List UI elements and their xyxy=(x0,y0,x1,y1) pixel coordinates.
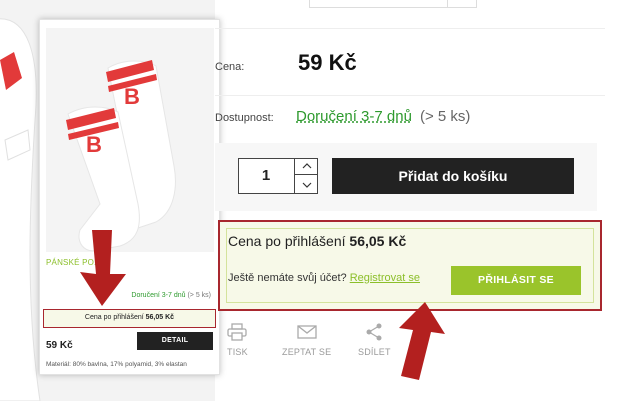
quantity-buttons xyxy=(294,158,318,194)
print-action[interactable]: TISK xyxy=(227,323,248,357)
card-login-price-value: 56,05 Kč xyxy=(145,314,175,321)
printer-icon xyxy=(227,323,248,341)
ask-label: ZEPTAT SE xyxy=(282,347,332,357)
account-question: Ještě nemáte svůj účet? Registrovat se xyxy=(228,272,420,284)
card-delivery-text: Doručení 3-7 dnů xyxy=(131,292,186,299)
card-delivery: Doručení 3-7 dnů (> 5 ks) xyxy=(131,292,211,299)
card-delivery-extra: (> 5 ks) xyxy=(187,292,211,299)
price-label: Cena: xyxy=(215,61,245,73)
chevron-down-icon[interactable] xyxy=(295,176,318,193)
svg-text:B: B xyxy=(124,84,140,109)
card-price: 59 Kč xyxy=(46,340,73,351)
share-action[interactable]: SDÍLET xyxy=(358,323,391,357)
login-price-label: Cena po přihlášení xyxy=(228,233,346,249)
add-to-cart-button[interactable]: Přidat do košíku xyxy=(332,158,574,194)
register-link[interactable]: Registrovat se xyxy=(350,272,420,284)
card-login-price-label: Cena po přihlášení xyxy=(84,314,144,321)
product-card[interactable]: B B PÁNSKÉ PO... Doručení 3-7 dnů (> 5 k… xyxy=(39,19,220,375)
chevron-up-icon[interactable] xyxy=(295,158,318,175)
login-price-title: Cena po přihlášení 56,05 Kč xyxy=(228,233,406,249)
product-actions: TISK ZEPTAT SE SDÍLET xyxy=(215,323,415,363)
ask-action[interactable]: ZEPTAT SE xyxy=(282,323,331,357)
top-input-remnant[interactable] xyxy=(309,0,477,8)
envelope-icon xyxy=(297,325,317,339)
print-label: TISK xyxy=(227,347,248,357)
card-login-price: Cena po přihlášení 56,05 Kč xyxy=(43,309,216,328)
availability-label: Dostupnost: xyxy=(215,112,274,124)
share-label: SDÍLET xyxy=(358,347,391,357)
availability-value[interactable]: Doručení 3-7 dnů xyxy=(296,108,412,125)
product-page: B B PÁNSKÉ PO... Doručení 3-7 dnů (> 5 k… xyxy=(0,0,630,401)
login-button[interactable]: PŘIHLÁSIT SE xyxy=(451,266,581,295)
login-price-value: 56,05 Kč xyxy=(349,233,407,249)
product-image[interactable]: B B xyxy=(46,28,214,252)
card-material: Materiál: 80% bavlna, 17% polyamid, 3% e… xyxy=(46,361,187,368)
divider xyxy=(215,95,605,96)
account-question-text: Ještě nemáte svůj účet? xyxy=(228,272,347,284)
share-icon xyxy=(366,323,382,341)
annotation-arrow-down xyxy=(80,230,126,306)
quantity-value[interactable]: 1 xyxy=(238,158,294,194)
price-value: 59 Kč xyxy=(298,50,357,75)
detail-button[interactable]: DETAIL xyxy=(137,332,213,350)
annotation-arrow-up xyxy=(399,302,445,380)
svg-text:B: B xyxy=(86,132,102,157)
availability-extra: (> 5 ks) xyxy=(420,108,471,125)
divider xyxy=(215,28,605,29)
